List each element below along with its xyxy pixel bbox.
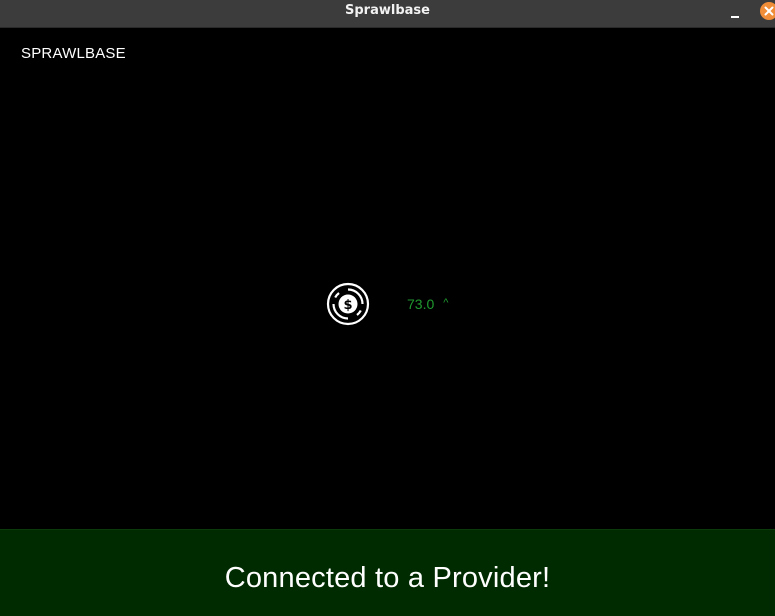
close-button[interactable] <box>760 2 775 20</box>
minimize-button[interactable] <box>730 10 741 18</box>
balance-value: 73.0 <box>407 296 435 312</box>
connection-status-bar: Connected to a Provider! <box>0 529 775 616</box>
svg-text:$: $ <box>343 298 352 313</box>
close-icon <box>764 6 774 16</box>
window-title: Sprawlbase <box>345 3 430 18</box>
trend-up-icon: ^ <box>443 297 449 309</box>
brand-label: SPRAWLBASE <box>21 45 126 62</box>
dollar-coin-icon: $ <box>326 282 370 326</box>
minimize-icon <box>731 16 739 18</box>
title-bar[interactable]: Sprawlbase <box>0 0 775 28</box>
connection-status-text: Connected to a Provider! <box>224 562 551 594</box>
app-window: Sprawlbase SPRAWLBASE $ 73.0 ^ Connected … <box>0 0 775 616</box>
balance-readout: 73.0 ^ <box>407 296 448 312</box>
